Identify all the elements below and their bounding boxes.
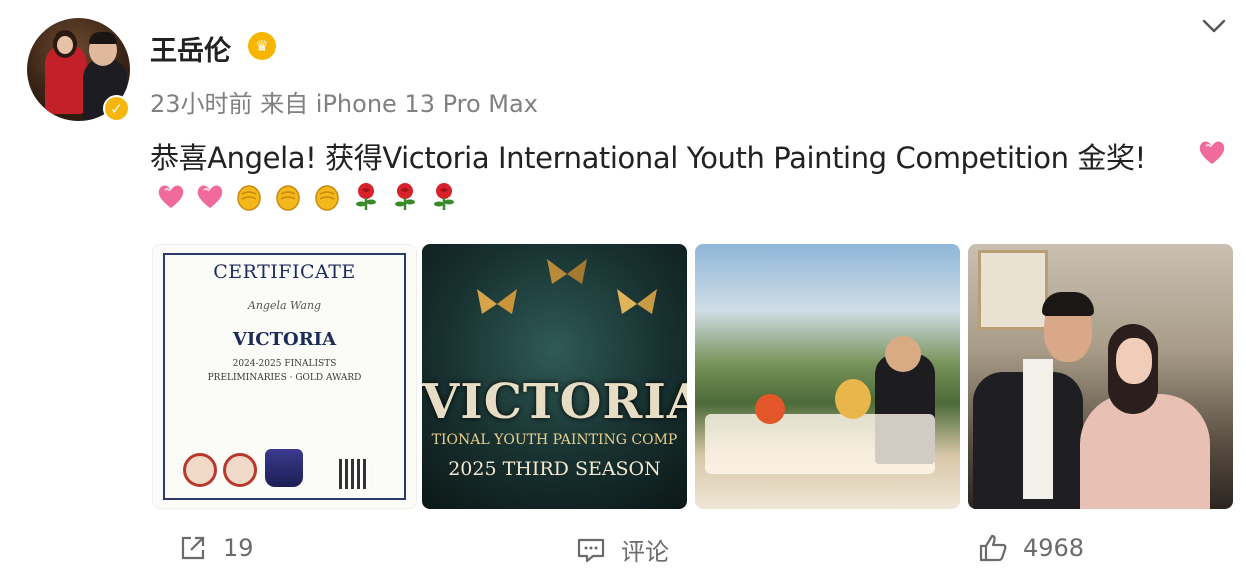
man-hair (1042, 292, 1094, 316)
certificate-recipient: Angela Wang (247, 299, 322, 312)
like-count: 4968 (1023, 534, 1085, 562)
seal-icon (223, 453, 257, 487)
woman-face (1116, 338, 1152, 384)
certificate-title: CERTIFICATE (213, 261, 356, 283)
poster-season: 2025 THIRD SEASON (448, 458, 661, 480)
avatar-figure (89, 32, 117, 44)
chevron-down-icon[interactable] (1201, 13, 1227, 39)
image-thumbnail-dinner[interactable] (695, 244, 960, 509)
emoji-row (155, 180, 460, 212)
dress (1080, 394, 1210, 509)
flower-bouquet (835, 379, 871, 419)
share-icon (181, 536, 205, 560)
dinner-table (705, 414, 935, 474)
share-button[interactable]: 19 (177, 532, 254, 564)
certificate-line: PRELIMINARIES · GOLD AWARD (207, 373, 362, 383)
qr-code-icon (339, 459, 369, 489)
butterfly-icon (617, 289, 657, 314)
clap-emoji-icon (276, 185, 300, 211)
share-count: 19 (223, 534, 254, 562)
shirt (1023, 359, 1053, 499)
crown-emblem-icon (265, 449, 303, 487)
heart-emoji-icon (1199, 141, 1225, 164)
rose-emoji-icon (356, 183, 376, 210)
seal-icon (183, 453, 217, 487)
butterfly-icon (547, 259, 587, 284)
poster-subtitle: TIONAL YOUTH PAINTING COMP (431, 432, 678, 448)
flower-bouquet (755, 394, 785, 424)
crown-icon[interactable]: ♛ (248, 32, 276, 60)
action-bar: 19 评论 4968 (0, 532, 1246, 572)
wall-painting (978, 250, 1048, 330)
rose-emoji-icon (434, 183, 454, 210)
poster-title: VICTORIA (422, 374, 687, 430)
thumbs-up-icon (979, 534, 1007, 562)
butterfly-icon (477, 289, 517, 314)
certificate-line: 2024-2025 FINALISTS (232, 359, 337, 369)
heart-emoji-icon (158, 185, 184, 208)
heart-emoji-icon (197, 185, 223, 208)
image-thumbnail-photo[interactable] (968, 244, 1233, 509)
comment-label: 评论 (621, 538, 669, 566)
image-thumbnail-certificate[interactable]: CERTIFICATE Angela Wang VICTORIA 2024-20… (152, 244, 417, 509)
comment-button[interactable]: 评论 (575, 532, 669, 567)
avatar-figure (57, 36, 73, 54)
like-button[interactable]: 4968 (977, 532, 1084, 564)
comment-icon (577, 538, 605, 562)
username[interactable]: 王岳伦 (150, 29, 231, 68)
rose-emoji-icon (395, 183, 415, 210)
verified-badge-icon: ✓ (103, 95, 130, 122)
man-head (885, 336, 921, 372)
clap-emoji-icon (237, 185, 261, 211)
post-meta: 23小时前 来自 iPhone 13 Pro Max (150, 90, 538, 118)
certificate-victoria: VICTORIA (232, 329, 337, 350)
image-thumbnail-poster[interactable]: VICTORIA TIONAL YOUTH PAINTING COMP 2025… (422, 244, 687, 509)
clap-emoji-icon (315, 185, 339, 211)
post-text: 恭喜Angela! 获得Victoria International Youth… (150, 141, 1146, 175)
